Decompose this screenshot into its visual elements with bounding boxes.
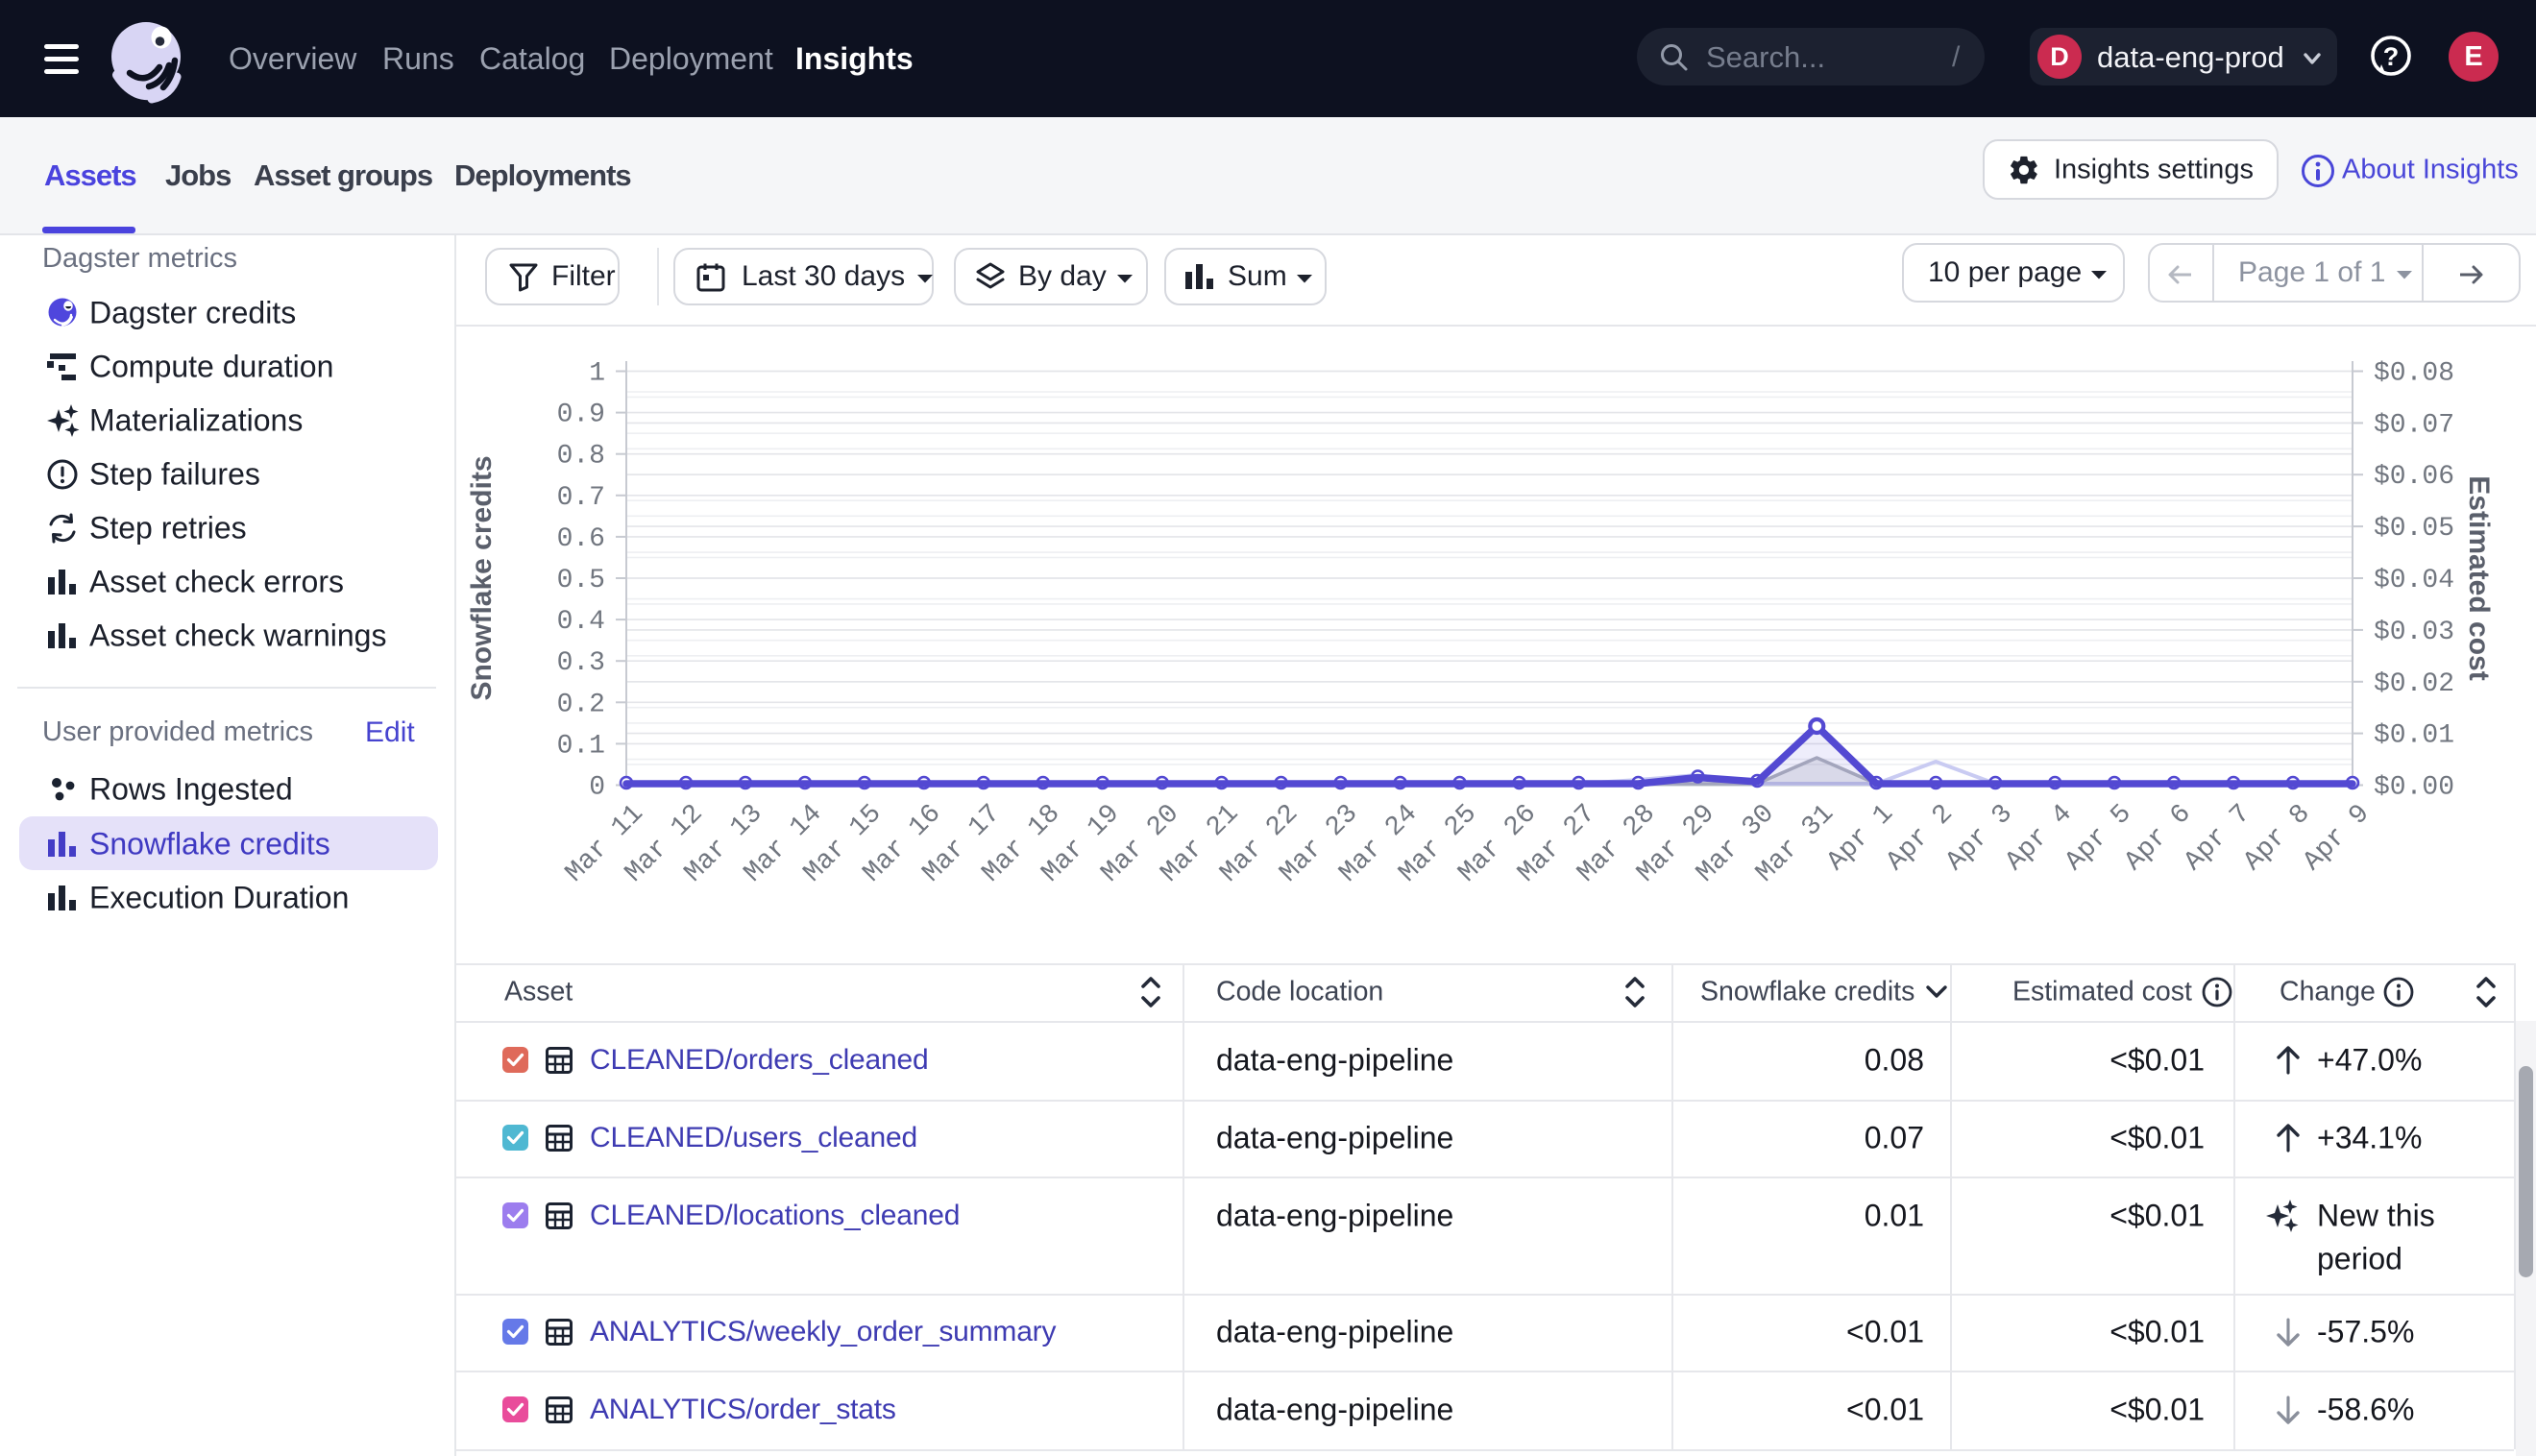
svg-text:0.4: 0.4 [557,607,605,637]
svg-text:0.9: 0.9 [557,400,605,430]
svg-text:0.6: 0.6 [557,524,605,554]
svg-text:0.8: 0.8 [557,442,605,472]
svg-text:$0.05: $0.05 [2374,514,2454,544]
svg-text:0.7: 0.7 [557,483,605,513]
svg-text:0.5: 0.5 [557,566,605,595]
svg-text:$0.02: $0.02 [2374,669,2454,699]
svg-text:Estimated cost: Estimated cost [2463,475,2495,680]
svg-text:0.1: 0.1 [557,731,605,761]
svg-text:Snowflake credits: Snowflake credits [466,455,498,700]
svg-text:0.3: 0.3 [557,648,605,678]
svg-text:$0.06: $0.06 [2374,462,2454,492]
svg-text:$0.07: $0.07 [2374,410,2454,440]
svg-text:$0.08: $0.08 [2374,359,2454,389]
svg-text:$0.00: $0.00 [2374,773,2454,803]
svg-text:0: 0 [589,773,605,803]
svg-text:$0.04: $0.04 [2374,566,2454,595]
svg-text:0.2: 0.2 [557,690,605,719]
svg-text:$0.03: $0.03 [2374,618,2454,647]
svg-text:$0.01: $0.01 [2374,721,2454,751]
svg-text:1: 1 [589,359,605,389]
